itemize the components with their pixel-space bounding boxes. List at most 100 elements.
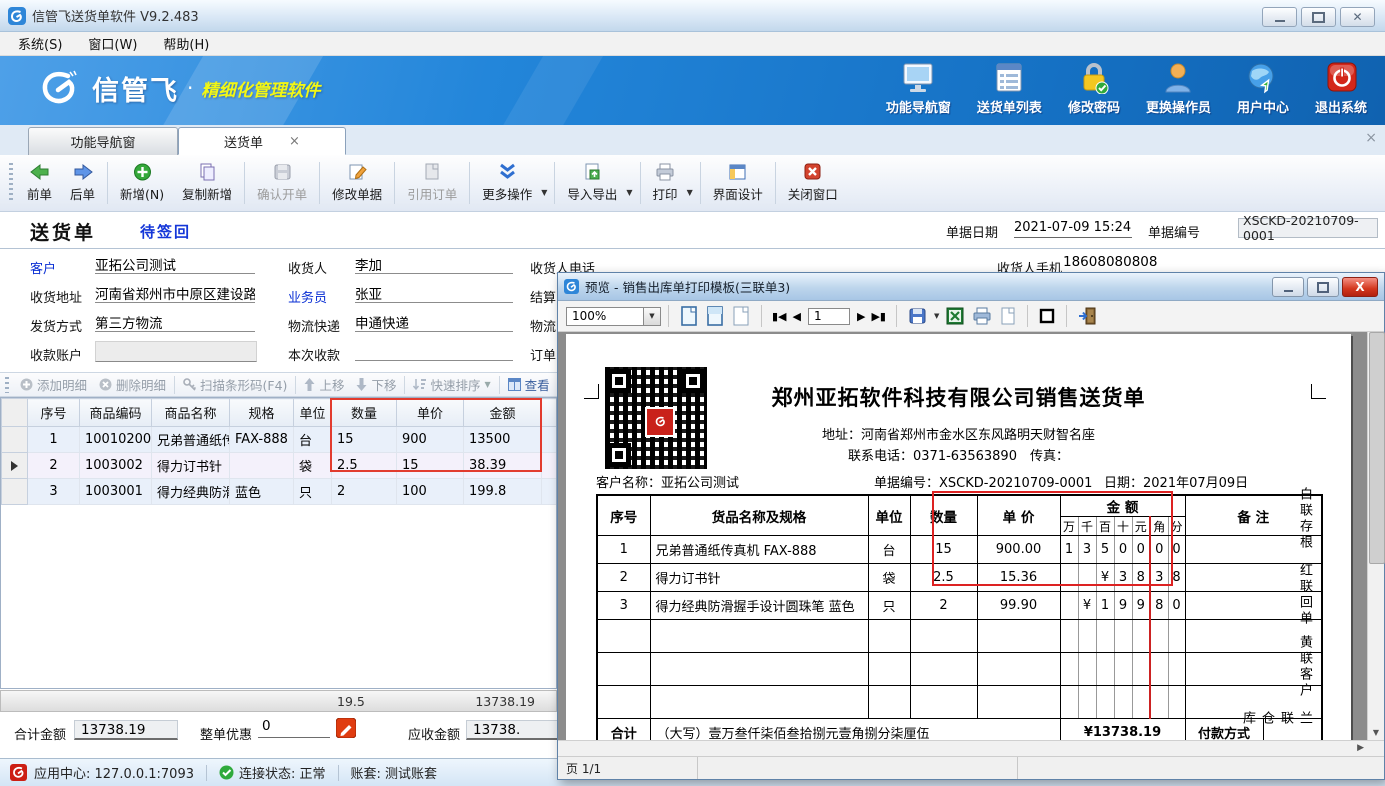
col-code[interactable]: 商品编码 xyxy=(80,399,152,427)
edit-order-button[interactable]: 修改单据 xyxy=(323,159,391,207)
cell-qty: 2.5 xyxy=(332,453,397,479)
col-name[interactable]: 商品名称 xyxy=(152,399,230,427)
cell-seq: 1 xyxy=(28,427,80,453)
page-number-input[interactable]: 1 xyxy=(808,308,850,325)
next-order-button[interactable]: 后单 xyxy=(61,159,104,207)
close-window-button[interactable]: 关闭窗口 xyxy=(779,159,847,207)
receiver-field[interactable]: 李加 xyxy=(355,254,513,274)
salesman-field[interactable]: 张亚 xyxy=(355,283,513,303)
export-excel-button[interactable] xyxy=(946,307,964,325)
operator-icon xyxy=(1160,62,1196,94)
first-page-button[interactable]: ▮◀ xyxy=(772,310,787,323)
logistics-field[interactable]: 申通快递 xyxy=(355,312,513,332)
order-date-field[interactable]: 2021-07-09 15:24 xyxy=(1014,220,1132,238)
window-minimize-button[interactable] xyxy=(1262,7,1297,27)
scan-barcode-button[interactable]: 扫描条形码(F4) xyxy=(177,375,293,394)
nav-change-password[interactable]: 修改密码 xyxy=(1068,62,1120,116)
tab-bar: 功能导航窗 送货单 × × xyxy=(0,125,1385,156)
prev-order-button[interactable]: 前单 xyxy=(18,159,61,207)
close-box-icon xyxy=(803,163,822,181)
scroll-down-icon[interactable]: ▼ xyxy=(1370,726,1382,738)
exit-preview-button[interactable] xyxy=(1078,307,1097,325)
menu-help[interactable]: 帮助(H) xyxy=(163,34,209,53)
menu-system[interactable]: 系统(S) xyxy=(18,34,62,53)
preview-minimize-button[interactable] xyxy=(1272,277,1304,297)
brand-dot: · xyxy=(187,76,193,100)
menu-window[interactable]: 窗口(W) xyxy=(88,34,137,53)
import-export-dropdown-icon[interactable]: ▼ xyxy=(626,170,632,197)
col-seq[interactable]: 序号 xyxy=(28,399,80,427)
nav-user-center[interactable]: 用户中心 xyxy=(1237,62,1289,116)
reference-order-button[interactable]: 引用订单 xyxy=(398,159,466,207)
discount-field[interactable]: 0 xyxy=(258,718,330,738)
normal-view-button[interactable] xyxy=(732,306,750,326)
table-row-selected[interactable]: 2 1003002 得力订书针 袋 2.5 15 38.39 xyxy=(2,453,558,479)
print-col-unit: 单位 xyxy=(868,495,910,536)
save-dropdown-icon[interactable]: ▼ xyxy=(934,312,939,320)
tab-close-icon[interactable]: × xyxy=(289,134,300,149)
nav-switch-operator[interactable]: 更换操作员 xyxy=(1146,62,1211,116)
nav-function-window[interactable]: 功能导航窗 xyxy=(886,62,951,116)
move-down-button[interactable]: 下移 xyxy=(350,375,402,394)
detailbar-grip[interactable] xyxy=(5,377,9,393)
preview-titlebar[interactable]: 预览 - 销售出库单打印模板(三联单3) X xyxy=(558,273,1384,301)
print-company-address: 地址：河南省郑州市金水区东风路明天财智名座 xyxy=(596,424,1321,443)
address-field[interactable]: 河南省郑州市中原区建设路 xyxy=(95,283,255,303)
receiver-mobile-field[interactable]: 18608080808 xyxy=(1063,254,1293,274)
discount-edit-icon[interactable] xyxy=(336,718,356,738)
blank-page-button[interactable] xyxy=(1000,307,1016,325)
nav-delivery-list[interactable]: 送货单列表 xyxy=(977,62,1042,116)
copy-new-button[interactable]: 复制新增 xyxy=(173,159,241,207)
ui-design-button[interactable]: 界面设计 xyxy=(704,159,772,207)
col-qty[interactable]: 数量 xyxy=(332,399,397,427)
more-actions-dropdown-icon[interactable]: ▼ xyxy=(541,170,547,197)
scrollbar-thumb[interactable] xyxy=(1369,332,1385,564)
move-up-button[interactable]: 上移 xyxy=(298,375,350,394)
col-amount[interactable]: 金额 xyxy=(464,399,542,427)
more-actions-button[interactable]: 更多操作 xyxy=(473,159,541,207)
next-page-button[interactable]: ▶ xyxy=(857,310,865,323)
tab-function-nav[interactable]: 功能导航窗 xyxy=(28,127,178,155)
toolbar-grip[interactable] xyxy=(9,163,13,203)
save-report-button[interactable] xyxy=(908,307,927,325)
print-button[interactable]: 打印 xyxy=(644,159,687,207)
col-price[interactable]: 单价 xyxy=(397,399,464,427)
print-report-button[interactable] xyxy=(972,307,992,325)
preview-horizontal-scrollbar[interactable]: ▶ xyxy=(558,740,1384,756)
scroll-right-icon[interactable]: ▶ xyxy=(1357,743,1364,753)
add-new-button[interactable]: 新增(N) xyxy=(111,159,173,207)
account-field[interactable] xyxy=(95,341,257,362)
print-company-phone: 联系电话：0371-63563890 传真： xyxy=(596,445,1321,464)
customer-field[interactable]: 亚拓公司测试 xyxy=(95,254,255,274)
page-width-view-button[interactable] xyxy=(706,306,724,326)
col-spec[interactable]: 规格 xyxy=(230,399,294,427)
zoom-select[interactable]: 100% xyxy=(566,307,644,326)
print-dropdown-icon[interactable]: ▼ xyxy=(687,170,693,197)
nav-exit-system[interactable]: 退出系统 xyxy=(1315,62,1367,116)
paynow-field[interactable] xyxy=(355,341,513,361)
quick-sort-button[interactable]: 快速排序 ▼ xyxy=(407,375,496,394)
ship-method-field[interactable]: 第三方物流 xyxy=(95,312,255,332)
preview-vertical-scrollbar[interactable]: ▼ xyxy=(1367,332,1384,740)
col-unit[interactable]: 单位 xyxy=(294,399,332,427)
view-product-button[interactable]: 查看 xyxy=(502,375,556,394)
table-row[interactable]: 3 1003001 得力经典防滑 蓝色 只 2 100 199.8 xyxy=(2,479,558,505)
tab-delivery-order[interactable]: 送货单 × xyxy=(178,127,346,155)
last-page-button[interactable]: ▶▮ xyxy=(871,310,886,323)
preview-close-button[interactable]: X xyxy=(1342,277,1378,297)
whole-page-view-button[interactable] xyxy=(680,306,698,326)
table-row[interactable]: 1 100102002 兄弟普通纸传 FAX-888 台 15 900 1350… xyxy=(2,427,558,453)
window-close-button[interactable]: ✕ xyxy=(1340,7,1375,27)
prev-page-button[interactable]: ◀ xyxy=(793,310,801,323)
tabbar-close-icon[interactable]: × xyxy=(1365,131,1377,145)
window-maximize-button[interactable] xyxy=(1301,7,1336,27)
import-export-button[interactable]: 导入导出 xyxy=(558,159,626,207)
confirm-order-button[interactable]: 确认开单 xyxy=(248,159,316,207)
page-setup-button[interactable] xyxy=(1039,308,1055,324)
row-indicator-header xyxy=(2,399,28,427)
delete-detail-button[interactable]: 删除明细 xyxy=(93,375,172,394)
preview-maximize-button[interactable] xyxy=(1307,277,1339,297)
zoom-dropdown-icon[interactable]: ▼ xyxy=(644,307,661,326)
add-detail-button[interactable]: 添加明细 xyxy=(14,375,93,394)
receiver-phone-field[interactable] xyxy=(640,254,935,274)
